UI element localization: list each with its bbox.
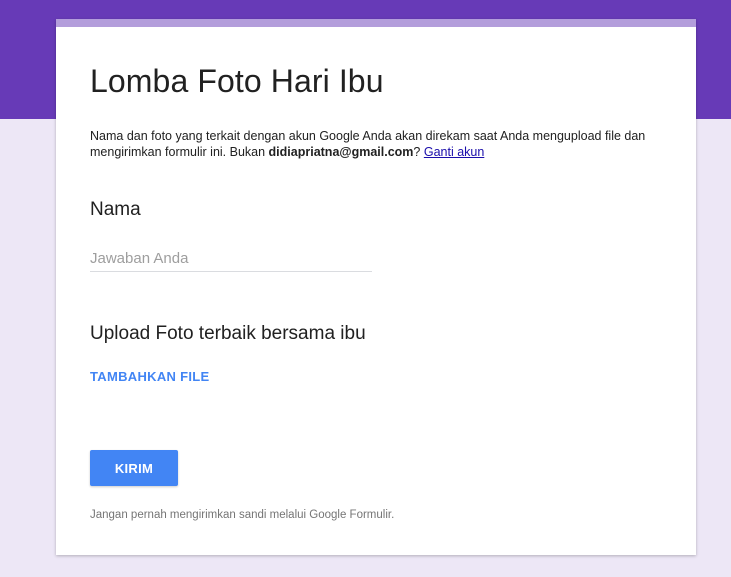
nama-answer-input[interactable] xyxy=(90,245,372,272)
form-title: Lomba Foto Hari Ibu xyxy=(90,63,384,99)
switch-account-link[interactable]: Ganti akun xyxy=(424,145,484,159)
form-card: Lomba Foto Hari Ibu Nama dan foto yang t… xyxy=(56,19,696,555)
question-title-nama: Nama xyxy=(90,199,141,220)
account-notice: Nama dan foto yang terkait dengan akun G… xyxy=(90,128,660,160)
account-email: didiapriatna@gmail.com xyxy=(268,145,414,159)
card-accent-bar xyxy=(56,19,696,27)
notice-text-after: ? xyxy=(413,145,424,159)
password-warning: Jangan pernah mengirimkan sandi melalui … xyxy=(90,509,395,521)
submit-button[interactable]: KIRIM xyxy=(90,450,178,486)
question-title-upload: Upload Foto terbaik bersama ibu xyxy=(90,323,366,344)
add-file-button[interactable]: TAMBAHKAN FILE xyxy=(90,369,210,384)
